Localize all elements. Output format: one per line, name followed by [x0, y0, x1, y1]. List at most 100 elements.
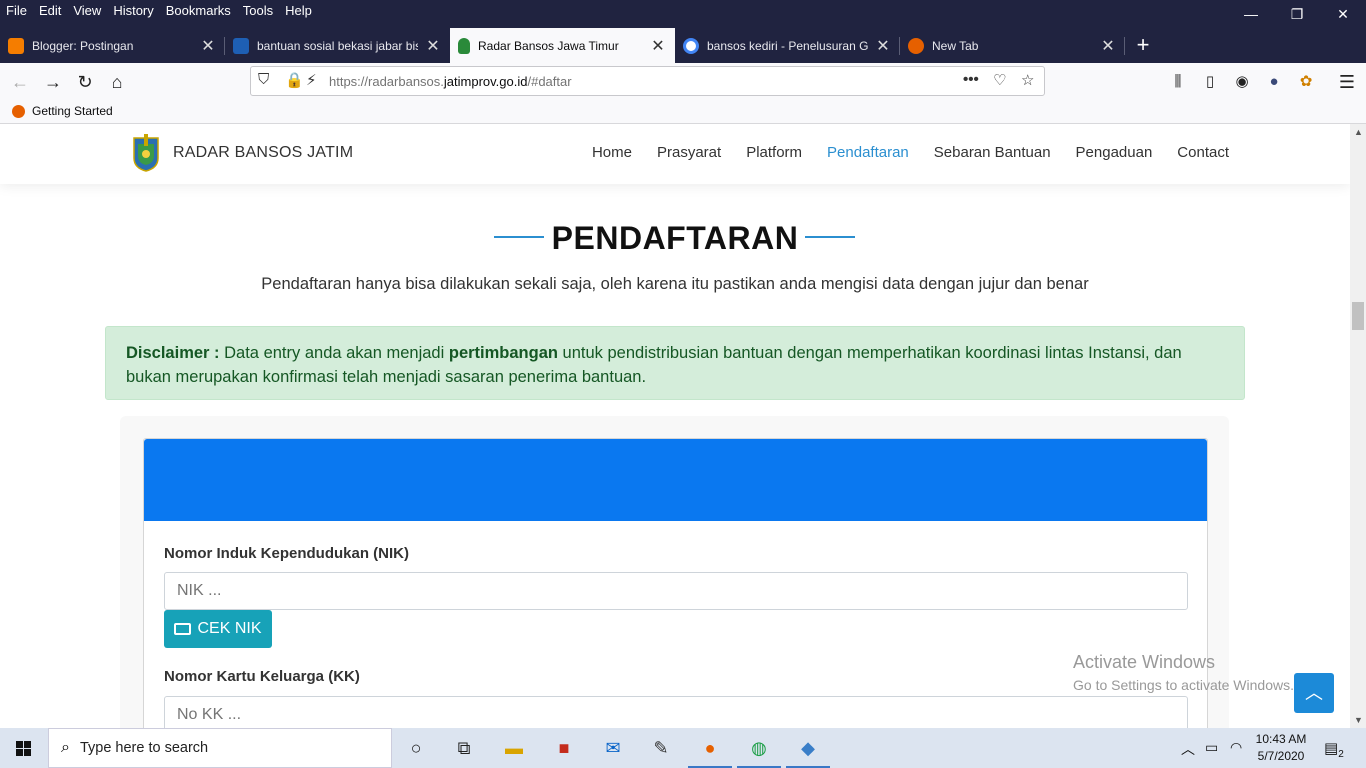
registration-card: Nomor Induk Kependudukan (NIK) CEK NIK N…	[143, 438, 1208, 728]
menu-edit[interactable]: Edit	[33, 0, 67, 22]
site-name[interactable]: RADAR BANSOS JATIM	[173, 144, 353, 162]
task-view-icon[interactable]: ⧉	[440, 728, 488, 768]
google-favicon-icon	[683, 37, 699, 54]
back-to-top-button[interactable]: ︿	[1294, 673, 1334, 713]
nik-input[interactable]	[164, 572, 1188, 610]
close-window-button[interactable]: ✕	[1320, 0, 1366, 28]
reload-icon[interactable]: ↻	[70, 67, 100, 97]
menu-bookmarks[interactable]: Bookmarks	[160, 0, 237, 22]
tab-strip: Blogger: Postingan ✕ bantuan sosial beka…	[0, 28, 1161, 63]
menu-file[interactable]: File	[0, 0, 33, 22]
new-tab-button[interactable]: +	[1125, 28, 1161, 63]
id-card-icon	[174, 623, 192, 635]
tab-google-search[interactable]: bansos kediri - Penelusuran Go ✕	[675, 28, 900, 63]
back-arrow-icon[interactable]: ←	[5, 67, 35, 97]
tracking-protection-icon: ⚡	[306, 72, 317, 89]
close-tab-icon[interactable]: ✕	[649, 36, 667, 56]
news-favicon-icon	[233, 37, 249, 54]
tab-separator	[1124, 37, 1125, 55]
gift-app-icon[interactable]: ■	[540, 728, 588, 768]
cortana-icon[interactable]: ○	[392, 728, 440, 768]
library-icon[interactable]: ⫼	[1163, 67, 1193, 97]
disclaimer-label: Disclaimer :	[126, 344, 220, 362]
bookmark-getting-started[interactable]: Getting Started	[12, 104, 113, 118]
url-prefix: https://radarbansos.	[329, 73, 444, 89]
scrollbar-thumb[interactable]	[1352, 302, 1364, 330]
home-icon[interactable]: ⌂	[102, 67, 132, 97]
scroll-up-icon[interactable]: ▲	[1354, 127, 1363, 137]
tray-chevron-up-icon[interactable]: ︿	[1181, 739, 1195, 759]
file-explorer-icon[interactable]: ▬	[490, 728, 538, 768]
pocket-icon[interactable]: ♡	[993, 71, 1006, 89]
scroll-down-icon[interactable]: ▼	[1354, 715, 1363, 725]
lock-icon[interactable]: 🔒	[285, 71, 304, 89]
clock-time: 10:43 AM	[1255, 732, 1307, 746]
close-tab-icon[interactable]: ✕	[199, 36, 217, 56]
bookmark-star-icon[interactable]: ☆	[1021, 71, 1034, 89]
page-scrollbar[interactable]: ▲ ▼	[1350, 124, 1366, 728]
activate-line-2: Go to Settings to activate Windows.	[1073, 677, 1294, 693]
notification-count: 2	[1338, 749, 1344, 760]
nav-prasyarat[interactable]: Prasyarat	[657, 144, 721, 161]
nav-contact[interactable]: Contact	[1177, 144, 1229, 161]
nav-pengaduan[interactable]: Pengaduan	[1076, 144, 1153, 161]
tools-app-icon[interactable]: ✎	[637, 728, 685, 768]
shield-icon[interactable]: ⛉	[258, 71, 269, 88]
addon-icon[interactable]: ✿	[1291, 67, 1321, 97]
close-tab-icon[interactable]: ✕	[874, 36, 892, 56]
tab-blogger[interactable]: Blogger: Postingan ✕	[0, 28, 225, 63]
nik-label: Nomor Induk Kependudukan (NIK)	[164, 545, 409, 562]
tab-new-tab[interactable]: New Tab ✕	[900, 28, 1125, 63]
search-icon: ⌕	[61, 739, 70, 756]
jatim-logo-icon[interactable]	[132, 134, 160, 172]
mail-icon[interactable]: ✉	[589, 728, 637, 768]
close-tab-icon[interactable]: ✕	[1099, 36, 1117, 56]
tab-title: New Tab	[932, 38, 979, 53]
hamburger-menu-icon[interactable]: ☰	[1332, 67, 1362, 97]
taskbar-search-box[interactable]: ⌕ Type here to search	[48, 728, 392, 768]
close-tab-icon[interactable]: ✕	[424, 36, 442, 56]
disclaimer-bold: pertimbangan	[448, 344, 558, 362]
windows-start-icon[interactable]	[0, 728, 48, 768]
menu-tools[interactable]: Tools	[237, 0, 279, 22]
cek-nik-button[interactable]: CEK NIK	[164, 610, 272, 648]
nav-sebaran-bantuan[interactable]: Sebaran Bantuan	[934, 144, 1051, 161]
sidebar-icon[interactable]: ▯	[1195, 67, 1225, 97]
notifications-icon[interactable]: ▤2	[1324, 739, 1344, 760]
jatim-favicon-icon	[458, 37, 470, 54]
url-text[interactable]: https://radarbansos.jatimprov.go.id/#daf…	[329, 74, 572, 89]
forward-arrow-icon[interactable]: →	[38, 67, 68, 97]
account-icon[interactable]: ◉	[1227, 67, 1257, 97]
tab-title: bantuan sosial bekasi jabar bisa	[257, 38, 418, 53]
minimize-button[interactable]: —	[1228, 0, 1274, 28]
tab-radar-bansos[interactable]: Radar Bansos Jawa Timur ✕	[450, 28, 675, 63]
card-header	[144, 439, 1207, 521]
section-title: PENDAFTARAN	[551, 220, 799, 256]
kk-label: Nomor Kartu Keluarga (KK)	[164, 668, 360, 685]
kk-input[interactable]	[164, 696, 1188, 728]
taskbar-clock[interactable]: 10:43 AM 5/7/2020	[1250, 731, 1312, 765]
menu-view[interactable]: View	[67, 0, 107, 22]
activate-line-1: Activate Windows	[1073, 652, 1216, 672]
nav-platform[interactable]: Platform	[746, 144, 802, 161]
extension-icon[interactable]: ●	[1259, 67, 1289, 97]
bookmarks-toolbar: Getting Started	[0, 100, 1366, 124]
restore-button[interactable]: ❐	[1274, 0, 1320, 28]
firefox-icon	[12, 104, 25, 118]
menu-history[interactable]: History	[107, 0, 159, 22]
firefox-favicon-icon	[908, 37, 924, 54]
url-bar[interactable]: ⛉ 🔒 ⚡ https://radarbansos.jatimprov.go.i…	[250, 66, 1045, 96]
wifi-icon[interactable]: ◠	[1230, 739, 1242, 756]
chrome-taskbar-icon[interactable]: ◍	[735, 728, 783, 768]
cek-nik-label: CEK NIK	[197, 620, 262, 637]
tab-bantuan-sosial[interactable]: bantuan sosial bekasi jabar bisa ✕	[225, 28, 450, 63]
page-actions-icon[interactable]: •••	[963, 71, 979, 88]
blogger-favicon-icon	[8, 37, 24, 54]
menu-help[interactable]: Help	[279, 0, 318, 22]
nav-pendaftaran[interactable]: Pendaftaran	[827, 144, 909, 161]
bookmark-label: Getting Started	[32, 104, 113, 118]
firefox-taskbar-icon[interactable]: ●	[686, 728, 734, 768]
battery-icon[interactable]: ▭	[1205, 739, 1218, 756]
nav-home[interactable]: Home	[592, 144, 632, 161]
app-taskbar-icon[interactable]: ◆	[784, 728, 832, 768]
